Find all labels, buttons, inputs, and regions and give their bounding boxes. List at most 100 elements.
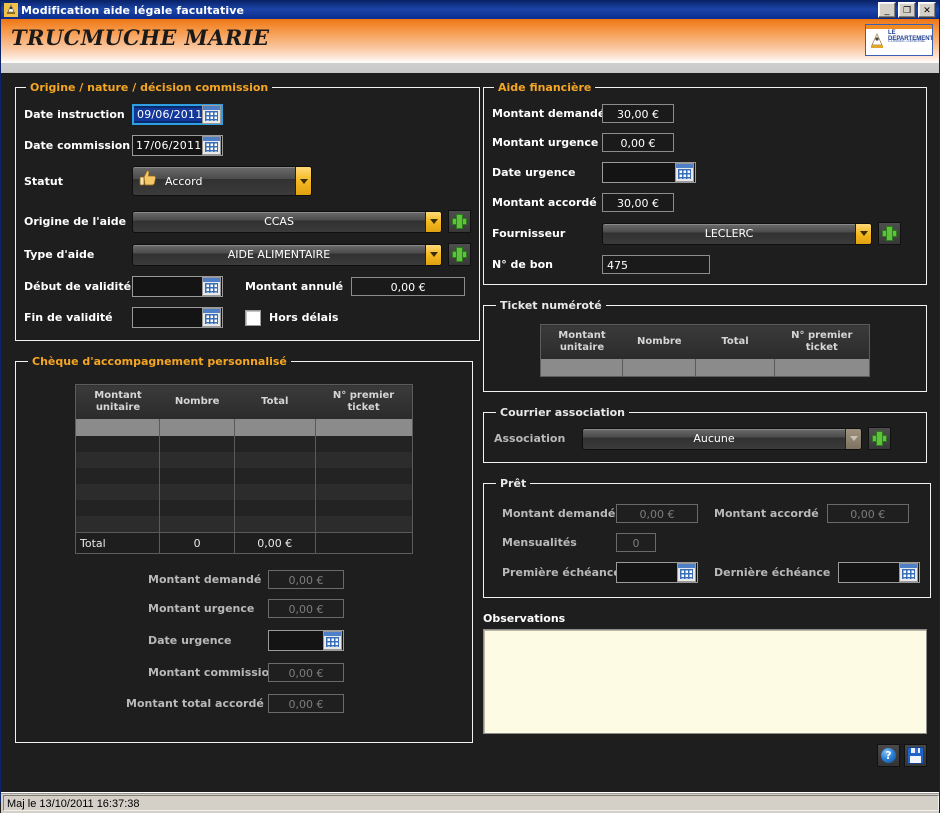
table-row[interactable] (541, 359, 870, 377)
cheque-group: Chèque d'accompagnement personnalisé Mon… (15, 355, 473, 743)
af-numero-bon-row: N° de bon 475 (492, 255, 918, 274)
pret-montant-demande-label: Montant demandé (502, 507, 616, 520)
cheque-montant-commission-label: Montant commission (148, 666, 268, 679)
logo-subtitle: CONSEIL GENERAL (888, 38, 926, 43)
af-montant-urgence-label: Montant urgence (492, 136, 602, 149)
cheque-table[interactable]: Montant unitaire Nombre Total N° premier… (75, 384, 413, 554)
total-ticket (315, 533, 412, 554)
af-date-urgence-input[interactable] (602, 162, 696, 183)
add-type-aide-button[interactable] (448, 243, 471, 266)
origine-aide-label: Origine de l'aide (24, 215, 132, 228)
fin-validite-label: Fin de validité (24, 311, 132, 324)
courrier-group-legend: Courrier association (496, 406, 629, 419)
minimize-button[interactable]: _ (878, 2, 896, 18)
ticket-table[interactable]: Montant unitaire Nombre Total N° premier… (540, 324, 870, 377)
organization-logo: LE DEPARTEMENT CONSEIL GENERAL (865, 24, 933, 56)
hors-delais-label: Hors délais (269, 311, 338, 324)
add-association-button[interactable] (868, 427, 891, 450)
chevron-down-icon[interactable] (425, 212, 441, 232)
type-aide-label: Type d'aide (24, 248, 132, 261)
date-commission-value: 17/06/2011 (133, 139, 202, 152)
pret-derniere-echeance-label: Dernière échéance (714, 566, 830, 579)
origine-aide-row: Origine de l'aide CCAS (24, 210, 471, 233)
type-aide-dropdown[interactable]: AIDE ALIMENTAIRE (132, 244, 442, 266)
add-origine-aide-button[interactable] (448, 210, 471, 233)
header-banner: TRUCMUCHE MARIE LE DEPARTEMENT CONSEIL G… (1, 19, 939, 63)
af-fournisseur-value: LECLERC (603, 227, 855, 240)
cheque-montant-demande-label: Montant demandé (148, 573, 268, 586)
origine-aide-dropdown[interactable]: CCAS (132, 211, 442, 233)
status-text: Maj le 13/10/2011 16:37:38 (3, 795, 939, 811)
origine-group-legend: Origine / nature / décision commission (26, 81, 272, 94)
af-montant-accorde-input[interactable]: 30,00 € (602, 193, 674, 212)
calendar-icon[interactable] (202, 277, 221, 296)
montant-annule-input[interactable]: 0,00 € (351, 277, 465, 296)
chevron-down-icon (845, 429, 861, 449)
table-row[interactable] (76, 436, 413, 452)
date-instruction-input[interactable]: 09/06/2011 (132, 104, 223, 125)
column-premier-ticket: N° premier ticket (774, 325, 869, 360)
table-row[interactable] (76, 468, 413, 484)
pret-premiere-echeance-input (616, 562, 698, 583)
observations-label: Observations (483, 612, 927, 625)
af-numero-bon-input[interactable]: 475 (602, 255, 710, 274)
table-row[interactable] (76, 452, 413, 468)
date-instruction-row: Date instruction 09/06/2011 (24, 104, 471, 125)
table-header-row: Montant unitaire Nombre Total N° premier… (76, 385, 413, 420)
calendar-icon[interactable] (202, 308, 221, 327)
cheque-montant-total-accorde-label: Montant total accordé (126, 697, 268, 710)
af-date-urgence-label: Date urgence (492, 166, 602, 179)
fin-validite-input[interactable] (132, 307, 223, 328)
pret-derniere-echeance-input (838, 562, 920, 583)
pret-mensualites-label: Mensualités (502, 536, 616, 549)
save-button[interactable] (904, 744, 927, 767)
calendar-icon[interactable] (202, 136, 221, 155)
page-title: TRUCMUCHE MARIE (1, 19, 269, 50)
chevron-down-icon[interactable] (855, 224, 871, 244)
af-fournisseur-dropdown[interactable]: LECLERC (602, 223, 872, 245)
statut-label: Statut (24, 175, 132, 188)
pret-mensualites-row: Mensualités 0 (494, 533, 920, 552)
af-montant-urgence-input[interactable]: 0,00 € (602, 133, 674, 152)
save-icon (907, 747, 924, 764)
calendar-icon[interactable] (202, 105, 221, 124)
table-row[interactable] (76, 500, 413, 516)
column-total: Total (696, 325, 775, 360)
right-column: Aide financière Montant demandé 30,00 € … (483, 81, 927, 767)
date-instruction-value: 09/06/2011 (134, 108, 202, 121)
column-total: Total (234, 385, 315, 420)
table-row[interactable] (76, 516, 413, 533)
banner-divider (1, 63, 939, 73)
column-nombre: Nombre (623, 325, 696, 360)
af-montant-accorde-label: Montant accordé (492, 196, 602, 209)
association-dropdown[interactable]: Aucune (582, 428, 862, 450)
window-controls: _ ❐ ✕ (878, 2, 937, 18)
type-aide-value: AIDE ALIMENTAIRE (133, 248, 425, 261)
pret-montants-row: Montant demandé 0,00 € Montant accordé 0… (494, 504, 920, 523)
origine-group: Origine / nature / décision commission D… (15, 81, 480, 341)
calendar-icon (323, 631, 342, 650)
close-button[interactable]: ✕ (918, 2, 936, 18)
calendar-icon[interactable] (675, 163, 694, 182)
statut-dropdown[interactable]: Accord (132, 166, 312, 196)
maximize-button[interactable]: ❐ (898, 2, 916, 18)
left-column: Origine / nature / décision commission D… (15, 81, 473, 757)
debut-validite-label: Début de validité (24, 280, 132, 293)
table-row[interactable] (76, 419, 413, 436)
date-commission-row: Date commission 17/06/2011 (24, 135, 471, 156)
window-title: Modification aide légale facultative (21, 4, 244, 17)
column-montant-unitaire: Montant unitaire (541, 325, 623, 360)
chevron-down-icon[interactable] (425, 245, 441, 265)
hors-delais-checkbox[interactable] (245, 310, 261, 326)
af-montant-demande-input[interactable]: 30,00 € (602, 104, 674, 123)
cheque-montant-demande-input: 0,00 € (268, 570, 344, 589)
date-commission-input[interactable]: 17/06/2011 (132, 135, 223, 156)
add-fournisseur-button[interactable] (878, 222, 901, 245)
help-button[interactable]: ? (877, 744, 900, 767)
cheque-montant-urgence-input: 0,00 € (268, 599, 344, 618)
table-row[interactable] (76, 484, 413, 500)
chevron-down-icon[interactable] (295, 167, 311, 195)
cheque-date-urgence-input (268, 630, 344, 651)
debut-validite-input[interactable] (132, 276, 223, 297)
observations-textarea[interactable] (483, 629, 927, 734)
